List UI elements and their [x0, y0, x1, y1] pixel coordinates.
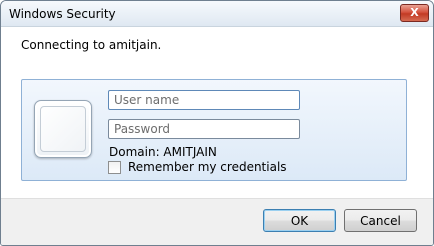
remember-credentials-checkbox[interactable]: [108, 161, 121, 174]
credential-panel: Domain: AMITJAIN Remember my credentials: [21, 79, 407, 181]
close-icon: X: [410, 6, 419, 19]
window-title: Windows Security: [9, 7, 116, 21]
remember-credentials-label[interactable]: Remember my credentials: [128, 160, 287, 174]
windows-security-dialog: Windows Security X Connecting to amitjai…: [0, 0, 434, 246]
cancel-button[interactable]: Cancel: [344, 209, 417, 232]
domain-label: Domain: AMITJAIN: [109, 145, 217, 159]
title-bar[interactable]: Windows Security X: [1, 1, 433, 27]
password-input[interactable]: [108, 119, 300, 139]
close-button[interactable]: X: [400, 4, 429, 22]
connecting-message: Connecting to amitjain.: [21, 38, 162, 52]
username-input[interactable]: [108, 90, 300, 110]
user-tile-picture: [40, 106, 86, 152]
ok-button[interactable]: OK: [263, 209, 336, 232]
button-bar: OK Cancel: [1, 198, 433, 245]
user-tile-icon: [34, 100, 92, 158]
